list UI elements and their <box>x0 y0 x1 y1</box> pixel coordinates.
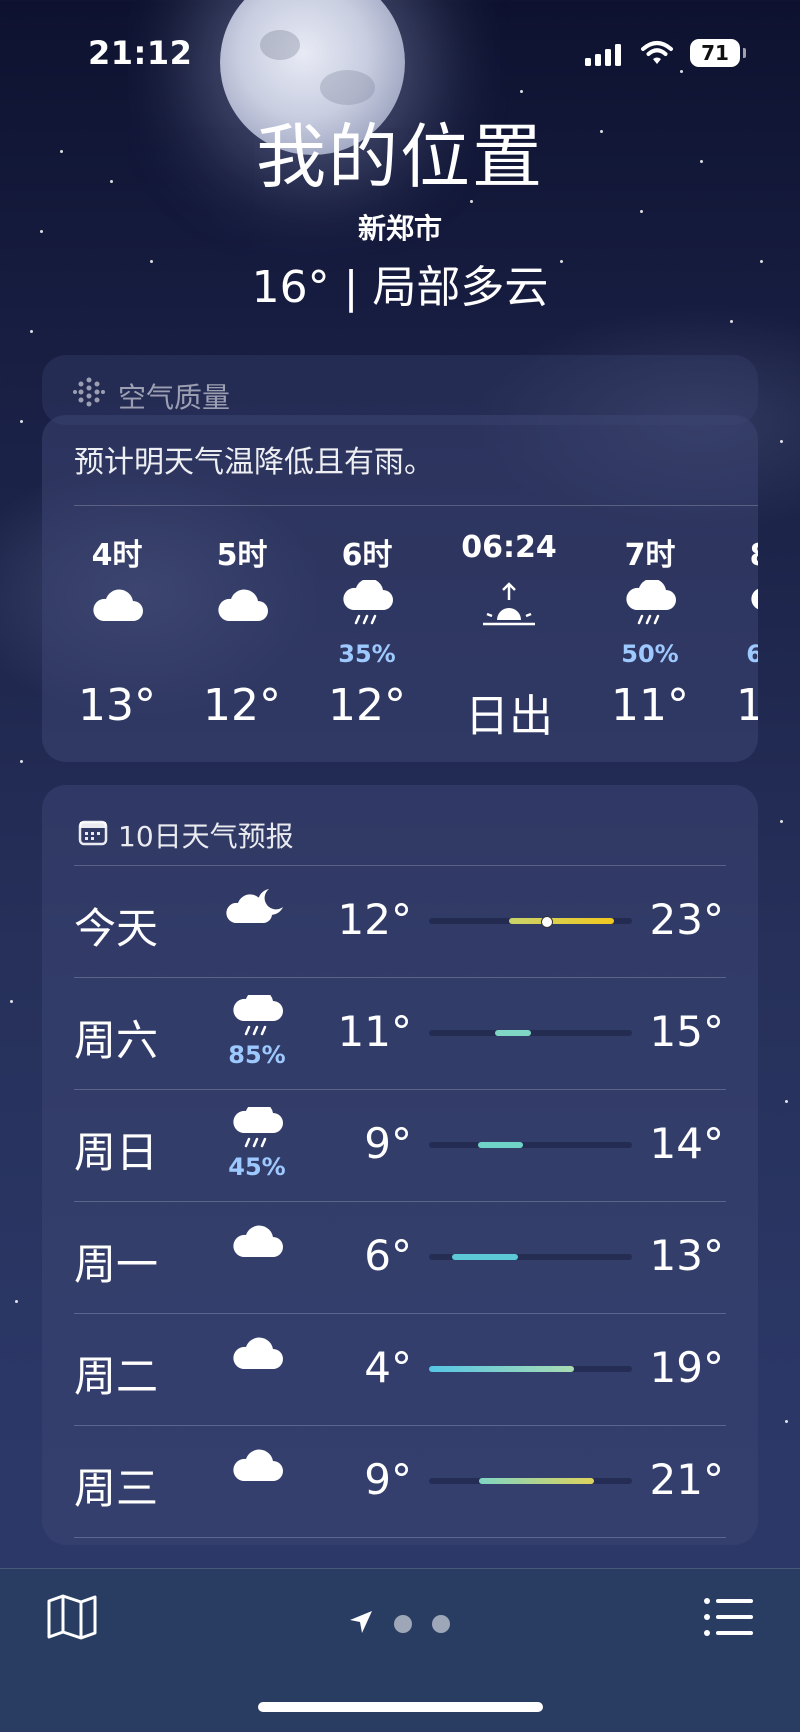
hour-item: 5时 12° <box>187 530 297 731</box>
cloud-icon <box>187 570 297 640</box>
status-time: 21:12 <box>88 34 193 72</box>
hour-temp: 日出 <box>465 691 553 742</box>
day-label: 周二 <box>74 1352 159 1401</box>
forecast-row[interactable]: 周六 85% 11° 15° <box>42 977 758 1089</box>
air-quality-icon <box>72 375 106 416</box>
temp-range-bar <box>429 1366 632 1372</box>
partly-cloudy-night-icon <box>217 883 297 935</box>
hour-temp: 11° <box>736 680 758 731</box>
temp-range-bar <box>429 1254 632 1260</box>
low-temp: 6° <box>364 1231 412 1280</box>
low-temp: 11° <box>337 1007 412 1056</box>
cellular-signal-icon <box>585 42 621 66</box>
high-temp: 15° <box>649 1007 724 1056</box>
location-arrow-icon <box>348 1609 374 1639</box>
day-label: 周日 <box>74 1128 159 1177</box>
status-bar: 21:12 71 <box>0 30 800 80</box>
battery-indicator: 71 <box>690 39 746 67</box>
hour-temp: 12° <box>328 680 406 731</box>
home-indicator[interactable] <box>258 1702 543 1712</box>
rain-cloud-icon: 85% <box>217 989 297 1069</box>
forecast-row-today[interactable]: 今天 12° 23° <box>42 865 758 977</box>
forecast-row[interactable]: 周一 6° 13° <box>42 1201 758 1313</box>
sunrise-icon <box>454 570 564 640</box>
ten-day-forecast-card[interactable]: 10日天气预报 今天 12° 23° 周六 85% 11° 15° 周日 45% <box>42 785 758 1545</box>
precip-chance: 50% <box>621 640 679 668</box>
rain-cloud-icon: 45% <box>217 1101 297 1181</box>
location-header: 我的位置 新郑市 16° | 局部多云 <box>0 115 800 315</box>
temp-range-bar <box>429 1478 632 1484</box>
page-dot[interactable] <box>394 1615 412 1633</box>
precip-chance <box>454 640 564 672</box>
high-temp: 19° <box>649 1343 724 1392</box>
day-label: 周一 <box>74 1240 159 1289</box>
temp-range-bar <box>429 916 632 928</box>
current-conditions: 16° | 局部多云 <box>251 262 549 313</box>
low-temp: 12° <box>337 895 412 944</box>
high-temp: 14° <box>649 1119 724 1168</box>
air-quality-label: 空气质量 <box>118 380 231 414</box>
day-label: 周六 <box>74 1016 159 1065</box>
hourly-strip[interactable]: 4时 13° 5时 12° 6时 35% 12° 06:24 日出 7时 50%… <box>42 530 758 750</box>
rain-cloud-icon <box>595 570 705 640</box>
high-temp: 23° <box>649 895 724 944</box>
hour-item-sunrise: 06:24 日出 <box>454 530 564 742</box>
day-label: 今天 <box>74 904 159 953</box>
hour-label: 5时 <box>216 538 268 573</box>
hour-item: 7时 50% 11° <box>595 530 705 731</box>
temp-range-bar <box>429 1142 632 1148</box>
low-temp: 9° <box>364 1455 412 1504</box>
divider <box>74 1537 726 1538</box>
low-temp: 4° <box>364 1343 412 1392</box>
hour-label: 4时 <box>91 538 143 573</box>
precip-chance <box>187 640 297 672</box>
precip-chance: 60% <box>746 640 758 668</box>
hour-temp: 11° <box>611 680 689 731</box>
cloud-icon <box>217 1443 297 1489</box>
high-temp: 21° <box>649 1455 724 1504</box>
calendar-icon <box>78 818 108 853</box>
hour-temp: 12° <box>203 680 281 731</box>
list-icon[interactable] <box>703 1597 755 1641</box>
ten-day-title: 10日天气预报 <box>118 820 294 853</box>
temp-range-bar <box>429 1030 632 1036</box>
precip-chance: 35% <box>338 640 396 668</box>
hourly-forecast-card[interactable]: 预计明天气温降低且有雨。 4时 13° 5时 12° 6时 35% 12° 06… <box>42 415 758 762</box>
cloud-icon <box>62 570 172 640</box>
hour-label: 7时 <box>624 538 676 573</box>
hour-item: 4时 13° <box>62 530 172 731</box>
cloud-icon <box>217 1331 297 1377</box>
low-temp: 9° <box>364 1119 412 1168</box>
forecast-summary: 预计明天气温降低且有雨。 <box>74 445 434 480</box>
page-title: 我的位置 <box>256 116 544 198</box>
high-temp: 13° <box>649 1231 724 1280</box>
forecast-row[interactable]: 周日 45% 9° 14° <box>42 1089 758 1201</box>
precip-chance <box>62 640 172 672</box>
hour-item: 8时 60% 11° <box>720 530 758 731</box>
divider <box>74 505 758 506</box>
wifi-icon <box>640 40 674 70</box>
page-indicator[interactable] <box>348 1609 450 1639</box>
hour-label: 8时 <box>720 530 758 573</box>
page-dot[interactable] <box>432 1615 450 1633</box>
hour-item: 6时 35% 12° <box>312 530 422 731</box>
forecast-row[interactable]: 周二 4° 19° <box>42 1313 758 1425</box>
hour-temp: 13° <box>78 680 156 731</box>
ten-day-header: 10日天气预报 <box>78 815 294 855</box>
precip-chance: 45% <box>228 1153 286 1181</box>
rain-cloud-icon <box>720 570 758 640</box>
forecast-row[interactable]: 周三 9° 21° <box>42 1425 758 1537</box>
precip-chance: 85% <box>228 1041 286 1069</box>
hour-label: 6时 <box>341 538 393 573</box>
day-label: 周三 <box>74 1464 159 1513</box>
cloud-icon <box>217 1219 297 1265</box>
rain-cloud-icon <box>312 570 422 640</box>
map-icon[interactable] <box>46 1593 98 1645</box>
hour-label: 06:24 <box>461 530 557 565</box>
city-name: 新郑市 <box>357 212 442 245</box>
